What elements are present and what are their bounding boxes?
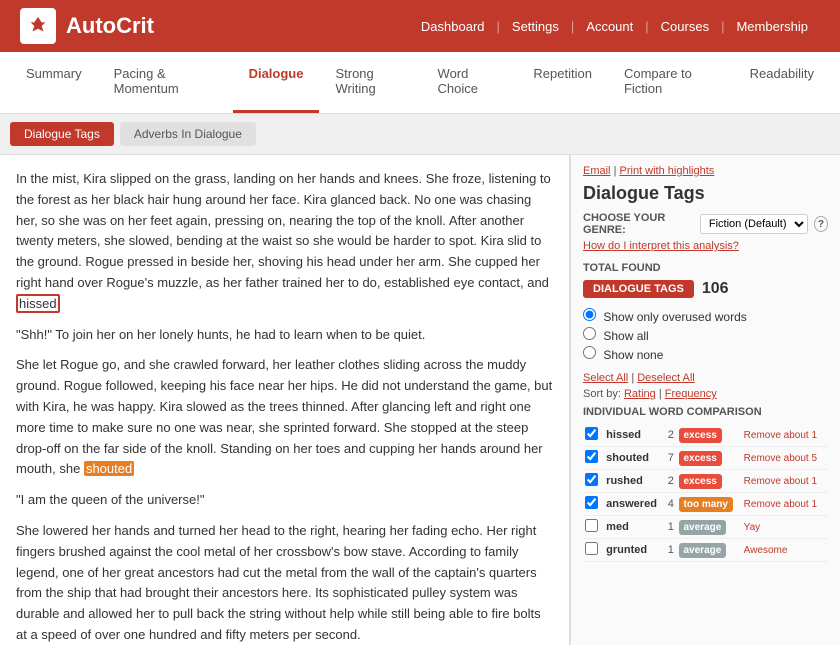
word-badge-4: average — [677, 516, 742, 539]
word-checkbox-1[interactable] — [585, 450, 598, 463]
logo-icon — [20, 8, 56, 44]
logo-text: AutoCrit — [66, 13, 154, 39]
sort-frequency-link[interactable]: Frequency — [665, 388, 717, 400]
word-count-3: 4 — [665, 493, 676, 516]
right-panel: Email | Print with highlights Dialogue T… — [570, 155, 840, 645]
genre-select[interactable]: Fiction (Default) — [700, 214, 808, 234]
tab-pacing[interactable]: Pacing & Momentum — [98, 52, 233, 113]
sort-rating-link[interactable]: Rating — [624, 388, 656, 400]
main-tabs: Summary Pacing & Momentum Dialogue Stron… — [0, 52, 840, 114]
remove-btn-3[interactable]: Remove about 1 — [742, 493, 828, 516]
print-link[interactable]: Print with highlights — [620, 165, 715, 177]
nav-account[interactable]: Account — [574, 19, 645, 34]
select-row: Select All | Deselect All — [583, 372, 828, 384]
total-found-row: DIALOGUE TAGS 106 — [583, 280, 828, 298]
tab-dialogue[interactable]: Dialogue — [233, 52, 320, 113]
how-link[interactable]: How do I interpret this analysis? — [583, 240, 828, 252]
genre-label: CHOOSE YOUR GENRE: — [583, 212, 694, 236]
header: AutoCrit Dashboard | Settings | Account … — [0, 0, 840, 52]
paragraph-1: In the mist, Kira slipped on the grass, … — [16, 169, 553, 315]
remove-btn-5[interactable]: Awesome — [742, 539, 828, 562]
text-panel[interactable]: In the mist, Kira slipped on the grass, … — [0, 155, 570, 645]
nav-membership[interactable]: Membership — [724, 19, 820, 34]
remove-btn-1[interactable]: Remove about 5 — [742, 447, 828, 470]
nav-dashboard[interactable]: Dashboard — [409, 19, 497, 34]
radio-all[interactable]: Show all — [583, 327, 828, 343]
word-count-5: 1 — [665, 539, 676, 562]
highlight-hissed: hissed — [16, 294, 60, 313]
word-badge-5: average — [677, 539, 742, 562]
header-nav: Dashboard | Settings | Account | Courses… — [409, 19, 820, 34]
word-name-5: grunted — [604, 539, 665, 562]
deselect-all-link[interactable]: Deselect All — [637, 372, 694, 384]
word-badge-0: excess — [677, 424, 742, 447]
word-checkbox-2[interactable] — [585, 473, 598, 486]
sort-row: Sort by: Rating | Frequency — [583, 388, 828, 400]
remove-btn-2[interactable]: Remove about 1 — [742, 470, 828, 493]
word-name-1: shouted — [604, 447, 665, 470]
help-icon[interactable]: ? — [814, 216, 828, 232]
sort-by-label: Sort by: — [583, 388, 621, 400]
word-count-0: 2 — [665, 424, 676, 447]
word-badge-1: excess — [677, 447, 742, 470]
word-name-3: answered — [604, 493, 665, 516]
table-row: grunted 1 average Awesome — [583, 539, 828, 562]
word-badge-2: excess — [677, 470, 742, 493]
word-checkbox-5[interactable] — [585, 542, 598, 555]
sub-tab-dialogue-tags[interactable]: Dialogue Tags — [10, 122, 114, 146]
tab-word-choice[interactable]: Word Choice — [422, 52, 518, 113]
genre-row: CHOOSE YOUR GENRE: Fiction (Default) ? — [583, 212, 828, 236]
word-table: hissed 2 excess Remove about 1 shouted 7… — [583, 424, 828, 562]
comparison-header: INDIVIDUAL WORD COMPARISON — [583, 406, 828, 418]
word-count-2: 2 — [665, 470, 676, 493]
sub-tab-adverbs[interactable]: Adverbs In Dialogue — [120, 122, 256, 146]
table-row: hissed 2 excess Remove about 1 — [583, 424, 828, 447]
panel-links: Email | Print with highlights — [583, 165, 828, 177]
nav-settings[interactable]: Settings — [500, 19, 571, 34]
table-row: shouted 7 excess Remove about 5 — [583, 447, 828, 470]
tab-compare[interactable]: Compare to Fiction — [608, 52, 734, 113]
table-row: answered 4 too many Remove about 1 — [583, 493, 828, 516]
tab-readability[interactable]: Readability — [734, 52, 830, 113]
highlight-shouted: shouted — [84, 461, 134, 476]
dialogue-tags-badge: DIALOGUE TAGS — [583, 280, 694, 298]
radio-overused[interactable]: Show only overused words — [583, 308, 828, 324]
remove-btn-4[interactable]: Yay — [742, 516, 828, 539]
paragraph-5: She lowered her hands and turned her hea… — [16, 521, 553, 645]
word-name-2: rushed — [604, 470, 665, 493]
nav-courses[interactable]: Courses — [649, 19, 721, 34]
word-name-4: med — [604, 516, 665, 539]
table-row: rushed 2 excess Remove about 1 — [583, 470, 828, 493]
word-count-1: 7 — [665, 447, 676, 470]
paragraph-3: She let Rogue go, and she crawled forwar… — [16, 355, 553, 480]
word-checkbox-0[interactable] — [585, 427, 598, 440]
panel-title: Dialogue Tags — [583, 183, 828, 204]
radio-group: Show only overused words Show all Show n… — [583, 308, 828, 362]
paragraph-2: "Shh!" To join her on her lonely hunts, … — [16, 325, 553, 346]
main-content: In the mist, Kira slipped on the grass, … — [0, 155, 840, 645]
paragraph-4: "I am the queen of the universe!" — [16, 490, 553, 511]
word-checkbox-3[interactable] — [585, 496, 598, 509]
word-count-4: 1 — [665, 516, 676, 539]
remove-btn-0[interactable]: Remove about 1 — [742, 424, 828, 447]
word-badge-3: too many — [677, 493, 742, 516]
sub-tabs: Dialogue Tags Adverbs In Dialogue — [0, 114, 840, 155]
tab-strong-writing[interactable]: Strong Writing — [319, 52, 421, 113]
email-link[interactable]: Email — [583, 165, 611, 177]
table-row: med 1 average Yay — [583, 516, 828, 539]
tab-summary[interactable]: Summary — [10, 52, 98, 113]
total-found-label: TOTAL FOUND — [583, 262, 828, 274]
radio-none[interactable]: Show none — [583, 346, 828, 362]
word-checkbox-4[interactable] — [585, 519, 598, 532]
total-count: 106 — [702, 280, 729, 298]
word-name-0: hissed — [604, 424, 665, 447]
tab-repetition[interactable]: Repetition — [517, 52, 608, 113]
select-all-link[interactable]: Select All — [583, 372, 628, 384]
